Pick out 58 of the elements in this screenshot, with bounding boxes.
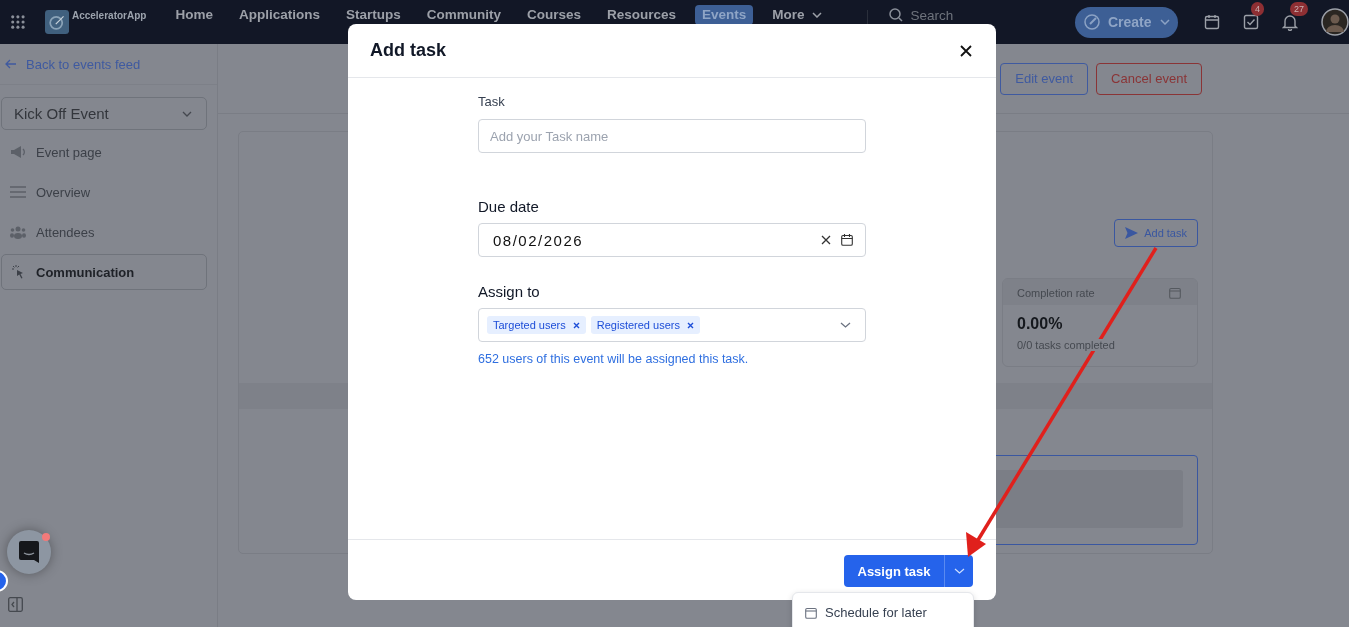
arrow-left-icon	[5, 59, 17, 69]
logo-icon	[44, 8, 69, 36]
calendar-icon[interactable]	[1204, 14, 1220, 30]
helper-text: 652 users of this event will be assigned this task.	[478, 352, 750, 366]
nav-link[interactable]: More	[765, 5, 829, 25]
tag-chip: Targeted users	[487, 316, 586, 334]
nav-link[interactable]: Home	[168, 5, 220, 25]
chat-icon	[19, 541, 39, 563]
calendar-icon[interactable]	[841, 234, 853, 246]
remove-icon[interactable]	[686, 321, 694, 329]
date-field[interactable]: 08/02/2026	[478, 223, 866, 257]
assign-task-button[interactable]: Assign task	[844, 555, 944, 587]
chevron-down-icon	[811, 12, 822, 18]
nav-link[interactable]: Resources	[600, 5, 684, 25]
avatar[interactable]	[1321, 8, 1349, 36]
count-badge: 27	[1290, 1, 1308, 16]
nav-link[interactable]: Startups	[338, 5, 408, 25]
stat-value: 0.00%	[1016, 314, 1064, 333]
nav-link[interactable]: Applications	[231, 5, 327, 25]
collapse-sidebar-icon[interactable]	[8, 597, 23, 612]
close-icon[interactable]	[960, 44, 972, 57]
brand-name: AcceleratorApp	[71, 10, 147, 21]
calendar-icon	[805, 606, 817, 619]
chevron-down-icon	[182, 110, 192, 117]
field-label: Task	[478, 94, 506, 109]
chat-launcher[interactable]	[7, 530, 51, 574]
people-icon	[10, 225, 26, 239]
megaphone-icon	[10, 145, 26, 159]
stat-title: Completion rate	[1017, 287, 1095, 299]
tag-chip: Registered users	[590, 316, 700, 334]
field-label: Assign to	[478, 283, 541, 300]
clear-icon[interactable]	[821, 235, 831, 245]
caret-icon	[953, 568, 965, 574]
bell-icon[interactable]	[1282, 13, 1298, 31]
task-name-field[interactable]: Add your Task name	[478, 119, 866, 153]
menu-icon	[10, 186, 26, 198]
checkbox-icon[interactable]	[1243, 14, 1259, 30]
send-icon	[1125, 227, 1139, 239]
apps-grid-icon[interactable]	[11, 14, 25, 30]
sidebar-item[interactable]: Attendees	[1, 214, 207, 250]
search-field[interactable]: Search	[910, 8, 1031, 22]
field-label: Due date	[478, 198, 540, 215]
sidebar-item[interactable]: Communication	[1, 254, 207, 290]
search-icon	[889, 8, 904, 22]
stat-caption: 0/0 tasks completed	[1017, 339, 1115, 351]
calendar-icon	[1169, 287, 1181, 299]
sidebar-item[interactable]: Event page	[1, 134, 207, 170]
sidebar-item[interactable]: Overview	[1, 174, 207, 210]
count-badge: 4	[1251, 2, 1264, 16]
chevron-down-icon	[1159, 19, 1170, 25]
event-dropdown[interactable]: Kick Off Event	[1, 97, 207, 130]
nav-link[interactable]: Courses	[519, 5, 588, 25]
menu-item[interactable]: Schedule for later	[793, 593, 973, 620]
dialog-title: Add task	[370, 40, 447, 61]
chevron-down-icon	[840, 322, 851, 328]
nav-link[interactable]: Community	[419, 5, 508, 25]
assignee-select[interactable]: Targeted users Registered users	[478, 308, 866, 342]
remove-icon[interactable]	[572, 321, 580, 329]
